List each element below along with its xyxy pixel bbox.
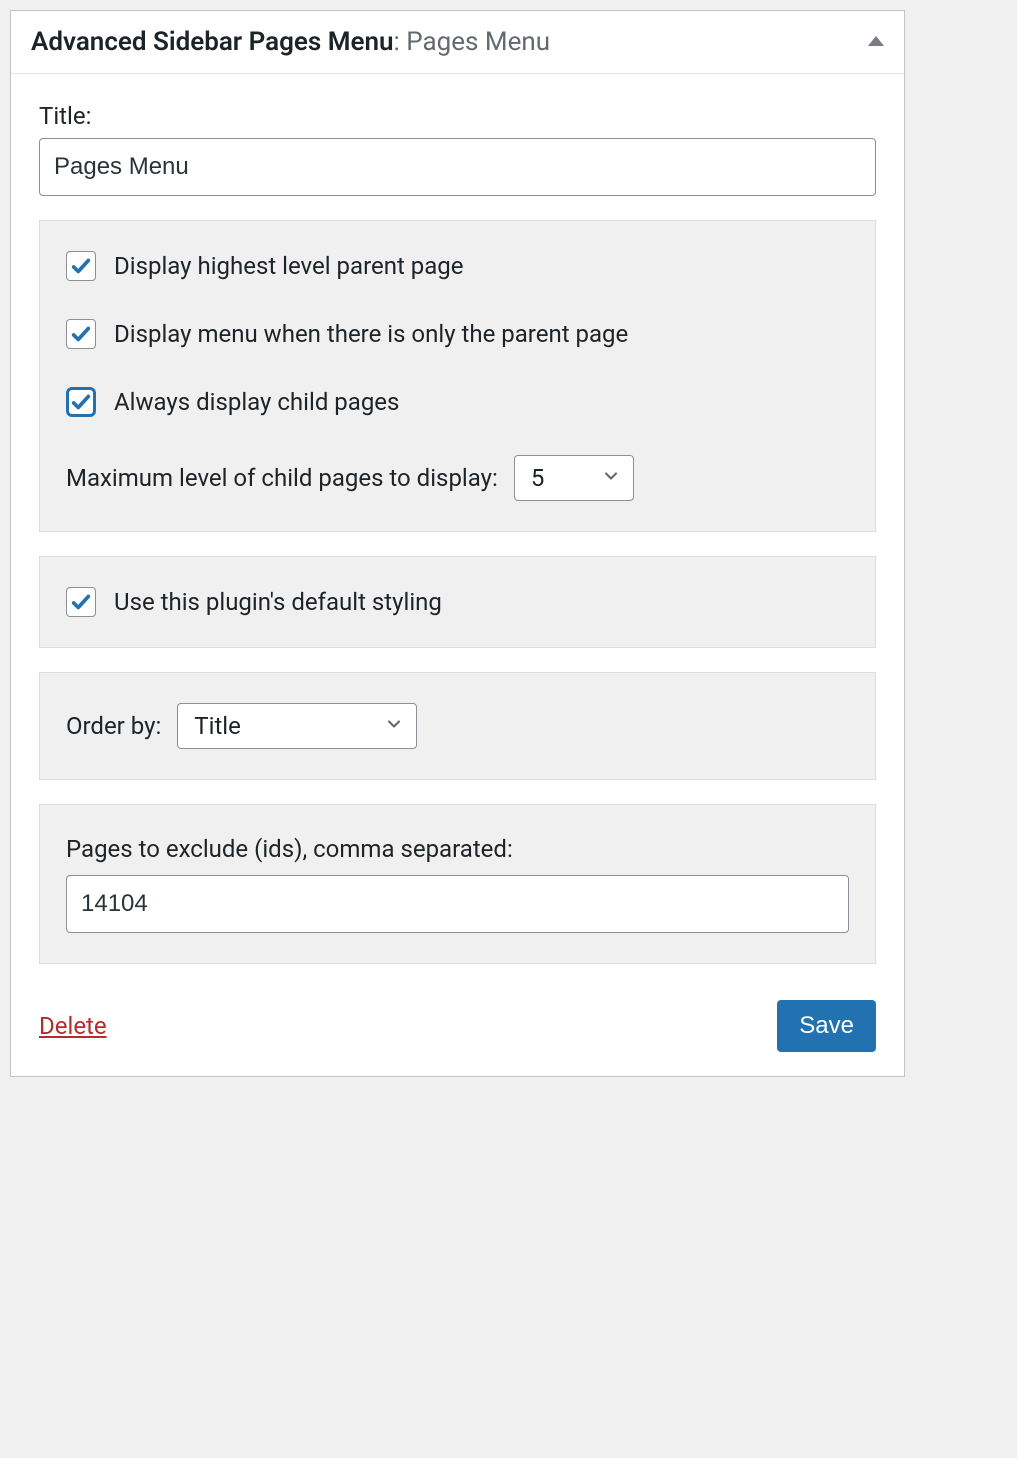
default-styling-row: Use this plugin's default styling	[66, 587, 849, 617]
highest-parent-row: Display highest level parent page	[66, 251, 849, 281]
max-level-label: Maximum level of child pages to display:	[66, 464, 498, 492]
styling-section: Use this plugin's default styling	[39, 556, 876, 648]
only-parent-label[interactable]: Display menu when there is only the pare…	[114, 320, 628, 348]
order-by-row: Order by: Title	[66, 703, 849, 749]
max-level-select[interactable]: 5	[514, 455, 634, 501]
title-input[interactable]	[39, 138, 876, 196]
widget-footer: Delete Save	[11, 984, 904, 1076]
always-children-label[interactable]: Always display child pages	[114, 388, 399, 416]
widget-container: Advanced Sidebar Pages Menu: Pages Menu …	[10, 10, 905, 1077]
widget-title-subtitle: : Pages Menu	[394, 27, 551, 57]
delete-link[interactable]: Delete	[39, 1012, 107, 1040]
highest-parent-label[interactable]: Display highest level parent page	[114, 252, 464, 280]
widget-header[interactable]: Advanced Sidebar Pages Menu: Pages Menu	[11, 11, 904, 74]
save-button[interactable]: Save	[777, 1000, 876, 1052]
max-level-value: 5	[531, 464, 545, 492]
widget-subtitle-text: Pages Menu	[406, 27, 550, 57]
widget-body: Title: Display highest level parent page	[11, 74, 904, 984]
collapse-toggle-icon[interactable]	[868, 34, 884, 50]
highest-parent-checkbox[interactable]	[66, 251, 96, 281]
title-label: Title:	[39, 102, 876, 130]
order-by-value: Title	[194, 712, 241, 740]
order-section: Order by: Title	[39, 672, 876, 780]
only-parent-row: Display menu when there is only the pare…	[66, 319, 849, 349]
exclude-input[interactable]	[66, 875, 849, 933]
check-icon	[70, 591, 92, 613]
exclude-section: Pages to exclude (ids), comma separated:	[39, 804, 876, 964]
always-children-checkbox[interactable]	[66, 387, 96, 417]
widget-title-main: Advanced Sidebar Pages Menu	[31, 27, 394, 57]
default-styling-checkbox[interactable]	[66, 587, 96, 617]
max-level-row: Maximum level of child pages to display:…	[66, 455, 849, 501]
default-styling-label[interactable]: Use this plugin's default styling	[114, 588, 442, 616]
check-icon	[70, 323, 92, 345]
widget-title: Advanced Sidebar Pages Menu: Pages Menu	[31, 27, 550, 57]
always-children-row: Always display child pages	[66, 387, 849, 417]
display-options-section: Display highest level parent page Displa…	[39, 220, 876, 532]
check-icon	[70, 391, 92, 413]
order-by-select[interactable]: Title	[177, 703, 417, 749]
order-by-label: Order by:	[66, 712, 161, 740]
only-parent-checkbox[interactable]	[66, 319, 96, 349]
check-icon	[70, 255, 92, 277]
chevron-down-icon	[384, 712, 404, 740]
exclude-label: Pages to exclude (ids), comma separated:	[66, 835, 849, 863]
chevron-down-icon	[601, 464, 621, 492]
